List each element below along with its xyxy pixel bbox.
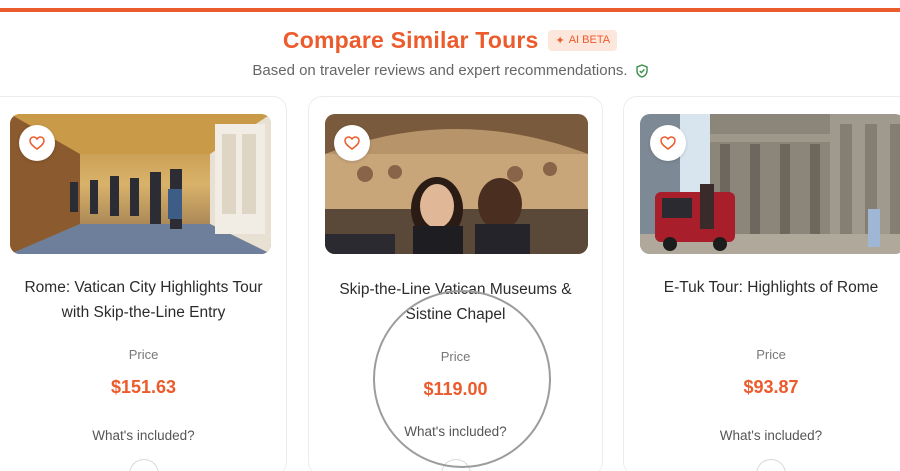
expand-icon[interactable] bbox=[128, 459, 159, 471]
heart-icon[interactable] bbox=[650, 125, 686, 161]
tour-price: $151.63 bbox=[110, 377, 177, 397]
tour-title[interactable]: Rome: Vatican City Highlights Tour with … bbox=[0, 275, 286, 325]
expand-icon[interactable] bbox=[756, 459, 786, 471]
price-label: Price bbox=[128, 347, 159, 362]
heart-icon[interactable] bbox=[334, 125, 370, 161]
expand-icon[interactable] bbox=[440, 459, 471, 471]
price-label: Price bbox=[440, 349, 471, 364]
title-row: Compare Similar Tours ✦ AI BETA bbox=[0, 24, 900, 56]
tour-title[interactable]: Skip-the-Line Vatican Museums & Sistine … bbox=[309, 277, 602, 327]
heart-icon[interactable] bbox=[19, 125, 55, 161]
whats-included-link[interactable]: What's included? bbox=[309, 424, 602, 439]
whats-included-link[interactable]: What's included? bbox=[624, 428, 900, 443]
whats-included-link[interactable]: What's included? bbox=[0, 428, 286, 443]
verified-shield-icon bbox=[635, 63, 648, 78]
tour-cards: Rome: Vatican City Highlights Tour with … bbox=[0, 96, 900, 471]
tour-price: $93.87 bbox=[743, 377, 799, 397]
section-title: Compare Similar Tours bbox=[282, 26, 539, 53]
price-label: Price bbox=[756, 347, 786, 362]
subtitle-row: Based on traveler reviews and expert rec… bbox=[0, 62, 900, 79]
sparkle-icon: ✦ bbox=[555, 34, 565, 47]
tour-price: $119.00 bbox=[423, 379, 488, 399]
ai-beta-badge: ✦ AI BETA bbox=[548, 29, 618, 51]
tour-title[interactable]: E-Tuk Tour: Highlights of Rome bbox=[624, 275, 900, 300]
compare-header: Compare Similar Tours ✦ AI BETA Based on… bbox=[0, 24, 900, 79]
top-accent-bar bbox=[0, 0, 900, 12]
ai-beta-label: AI BETA bbox=[568, 34, 611, 46]
section-subtitle: Based on traveler reviews and expert rec… bbox=[252, 62, 628, 79]
